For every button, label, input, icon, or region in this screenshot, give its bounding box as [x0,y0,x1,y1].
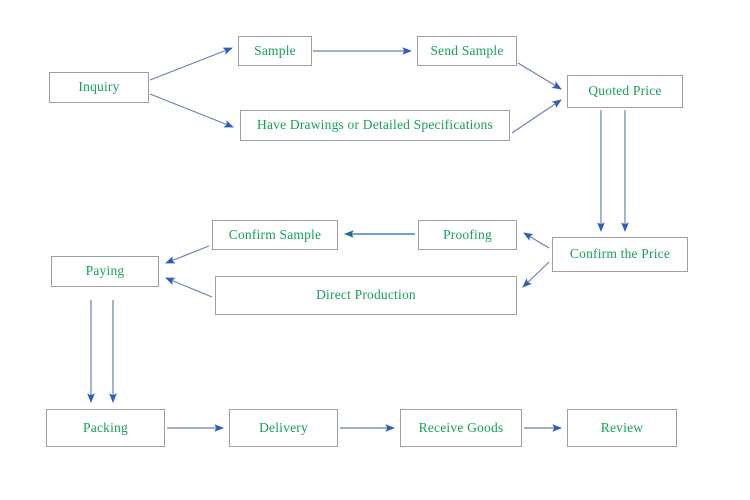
edge-have-drawings-to-quoted-price [511,99,562,134]
node-packing[interactable]: Packing [46,409,165,447]
node-confirm-the-price[interactable]: Confirm the Price [552,237,688,272]
node-paying[interactable]: Paying [51,256,159,287]
edge-confirm-price-to-direct-prod [522,261,550,288]
node-quoted-price-label: Quoted Price [588,83,662,99]
node-confirm-sample[interactable]: Confirm Sample [212,220,338,250]
node-confirm-sample-label: Confirm Sample [228,226,322,242]
flowchart-canvas: Inquiry Sample Send Sample Have Drawings… [0,0,750,500]
node-quoted-price[interactable]: Quoted Price [567,75,683,108]
node-packing-label: Packing [83,419,128,435]
node-receive-goods[interactable]: Receive Goods [400,409,522,447]
node-review-label: Review [600,419,644,435]
node-confirm-price-label: Confirm the Price [569,246,671,262]
node-proofing[interactable]: Proofing [418,220,517,250]
node-inquiry[interactable]: Inquiry [49,72,149,103]
node-delivery-label: Delivery [259,419,308,435]
node-direct-production-label: Direct Production [316,287,416,303]
edge-confirm-sample-to-paying [165,245,210,264]
node-review[interactable]: Review [567,409,677,447]
node-receive-goods-label: Receive Goods [418,419,504,435]
edge-send-sample-to-quoted-price [517,62,562,90]
node-proofing-label: Proofing [443,226,492,242]
node-direct-production[interactable]: Direct Production [215,276,517,315]
edge-inquiry-to-sample [149,47,233,81]
node-sample-label: Sample [254,42,296,58]
node-have-drawings-or-detailed-specifications[interactable]: Have Drawings or Detailed Specifications [240,110,510,141]
node-inquiry-label: Inquiry [78,79,120,95]
node-have-drawings-label: Have Drawings or Detailed Specifications [257,117,493,133]
edge-direct-prod-to-paying [165,277,213,298]
node-delivery[interactable]: Delivery [229,409,338,447]
node-send-sample[interactable]: Send Sample [417,36,517,66]
edge-inquiry-to-have-drawings [149,93,234,128]
node-paying-label: Paying [85,263,125,279]
node-sample[interactable]: Sample [238,36,312,66]
node-send-sample-label: Send Sample [430,42,504,58]
edge-confirm-price-to-proofing [523,232,550,249]
